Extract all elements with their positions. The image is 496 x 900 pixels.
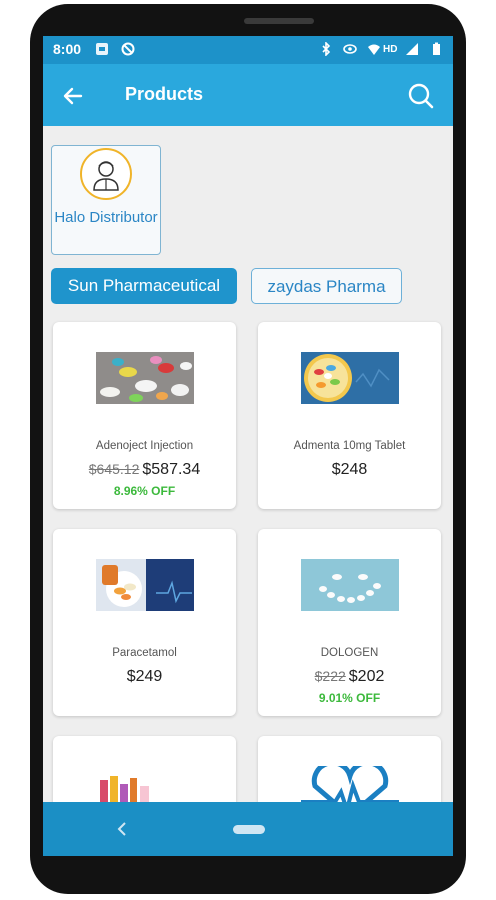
product-image-smile-pills: [301, 559, 399, 611]
page-title: Products: [125, 84, 204, 104]
distributor-card[interactable]: Halo Distributor: [51, 145, 161, 255]
phone-speaker: [244, 18, 314, 24]
distributor-name: Halo Distributor: [54, 209, 158, 226]
screen: 8:00 HD Products Halo Distributor Sun Ph…: [43, 36, 453, 856]
app-bar: Products: [43, 64, 453, 126]
chip-sun-pharmaceutical[interactable]: Sun Pharmaceutical: [51, 268, 237, 304]
product-price: $249: [126, 668, 163, 685]
system-nav-bar: [43, 802, 453, 856]
product-name: Adenoject Injection: [95, 440, 194, 452]
notification-icon: [96, 43, 108, 55]
product-old-price: $222: [314, 668, 346, 684]
do-not-disturb-icon: [121, 42, 135, 56]
product-card[interactable]: Admenta 10mg Tablet $248: [258, 322, 441, 509]
nav-back-icon[interactable]: [117, 822, 127, 836]
bluetooth-icon: [322, 42, 331, 56]
eye-icon: [343, 44, 357, 54]
battery-icon: [433, 42, 440, 55]
product-price-line: $645.12 $587.34: [53, 461, 236, 479]
product-image-pills: [96, 352, 194, 404]
product-image-pill-bowl: [301, 352, 399, 404]
content-area: Halo Distributor Sun Pharmaceutical zayd…: [43, 126, 453, 856]
distributor-avatar: [80, 148, 132, 200]
product-old-price: $645.12: [88, 461, 140, 477]
product-card[interactable]: DOLOGEN $222 $202 9.01% OFF: [258, 529, 441, 716]
product-card[interactable]: Adenoject Injection $645.12 $587.34 8.96%…: [53, 322, 236, 509]
product-name: Admenta 10mg Tablet: [293, 440, 406, 452]
product-price: $587.34: [142, 461, 201, 478]
product-name: Paracetamol: [112, 647, 177, 659]
status-time: 8:00: [53, 41, 82, 57]
wifi-icon: [368, 44, 380, 55]
search-icon[interactable]: [407, 82, 435, 110]
product-discount: 8.96% OFF: [113, 484, 176, 498]
nav-home-pill[interactable]: [233, 825, 265, 834]
product-discount: 9.01% OFF: [318, 691, 381, 705]
doctor-icon: [93, 161, 119, 191]
product-price-line: $222 $202: [258, 668, 441, 686]
status-bar: 8:00 HD: [43, 36, 453, 64]
product-card[interactable]: Paracetamol $249: [53, 529, 236, 716]
product-price: $248: [331, 461, 368, 478]
product-name: DOLOGEN: [320, 647, 379, 659]
product-image-pill-bottle: [96, 559, 194, 611]
product-price: $202: [348, 668, 385, 685]
network-type: HD: [383, 44, 398, 55]
back-arrow-icon[interactable]: [61, 84, 85, 108]
chip-zaydas-pharma[interactable]: zaydas Pharma: [251, 268, 402, 304]
signal-icon: [406, 43, 418, 55]
